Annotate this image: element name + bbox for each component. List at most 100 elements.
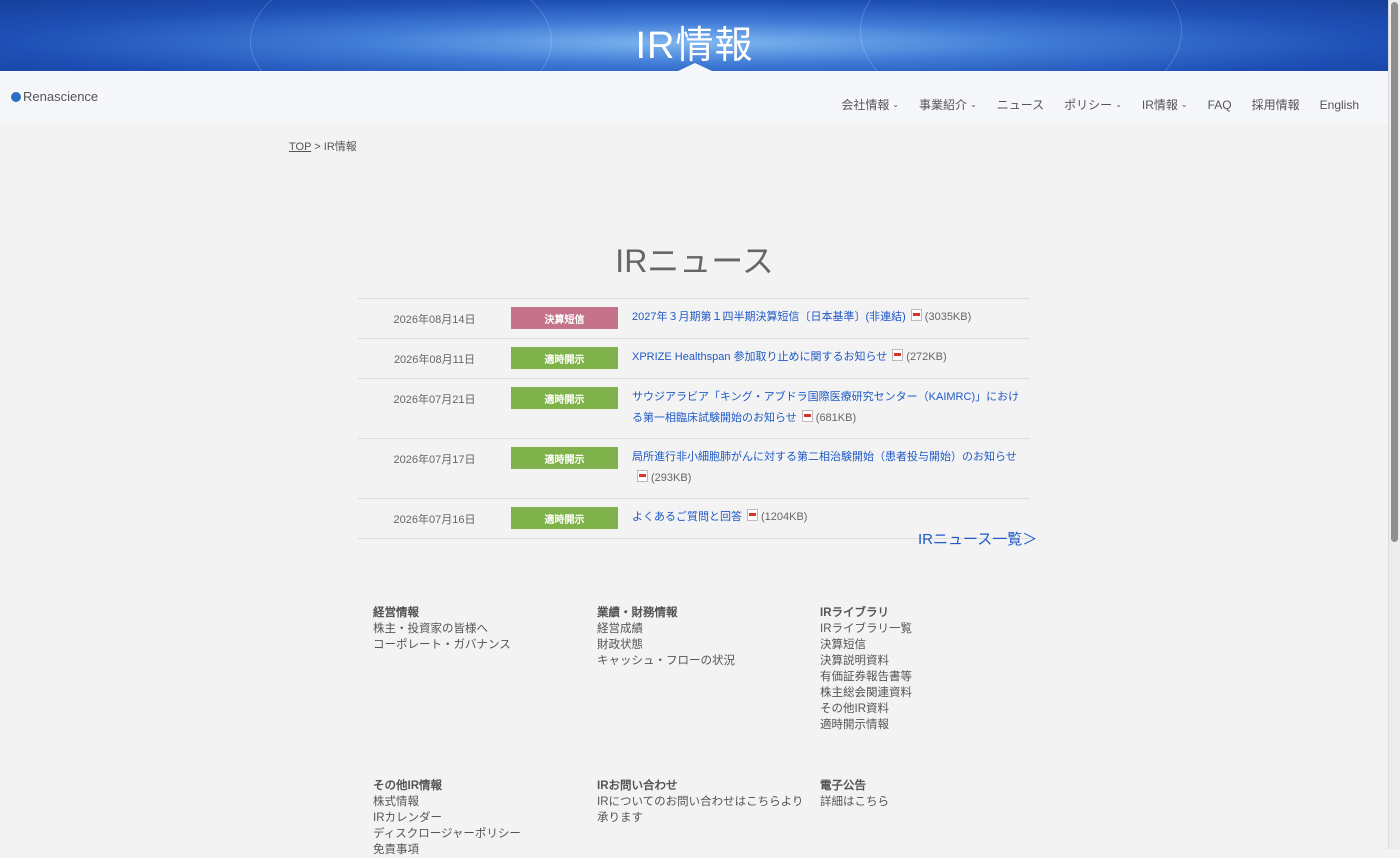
chevron-down-icon: ⌄ <box>892 100 900 109</box>
news-date: 2026年08月11日 <box>393 354 476 366</box>
ir-news-list-link[interactable]: IRニュース一覧＞ <box>918 528 1037 549</box>
footer-link[interactable]: キャッシュ・フローの状況 <box>597 653 807 669</box>
footer-link[interactable]: その他IR資料 <box>820 701 1030 717</box>
news-body: 局所進行非小細胞肺がんに対する第二相治験開始（患者投与開始）のお知らせ (293K… <box>632 447 1030 489</box>
hero-banner: IR情報 <box>0 0 1389 71</box>
logo-mark-icon <box>11 91 21 102</box>
scrollbar-thumb[interactable] <box>1391 2 1398 542</box>
footer-link[interactable]: 決算説明資料 <box>820 653 1030 669</box>
nav-item[interactable]: 事業紹介 ⌄ <box>909 96 987 113</box>
news-title-link[interactable]: よくあるご質問と回答 <box>632 511 742 523</box>
nav-item-label: ポリシー <box>1064 98 1113 112</box>
link-group-heading: その他IR情報 <box>373 780 442 792</box>
news-body: 2027年３月期第１四半期決算短信〔日本基準〕(非連結) (3035KB) <box>632 307 1030 329</box>
link-group-heading: IRお問い合わせ <box>597 780 678 792</box>
breadcrumb: TOP > IR情報 <box>289 138 357 154</box>
nav-item[interactable]: 会社情報 ⌄ <box>831 96 909 113</box>
chevron-down-icon: ⌄ <box>970 100 977 109</box>
page-title: IR情報 <box>635 25 754 67</box>
news-body: よくあるご質問と回答 (1204KB) <box>632 507 1030 529</box>
pdf-icon <box>910 309 922 321</box>
nav-item[interactable]: English <box>1310 96 1369 113</box>
link-group: 経営情報株主・投資家の皆様へ コーポレート・ガバナンス <box>373 605 583 653</box>
scrollbar[interactable] <box>1388 0 1400 849</box>
file-size: (3035KB) <box>924 311 972 323</box>
nav-item[interactable]: ニュース <box>987 96 1054 113</box>
breadcrumb-separator: > <box>311 141 324 153</box>
navigation-bar: Renascience 会社情報 ⌄ 事業紹介 ⌄ ニュース ポリシー ⌄ IR情報 ⌄ FAQ 採… <box>0 71 1389 123</box>
news-date: 2026年07月21日 <box>393 394 476 406</box>
chevron-down-icon: ⌄ <box>1115 100 1122 109</box>
news-date: 2026年08月14日 <box>393 314 476 326</box>
footer-link[interactable]: 詳細はこちら <box>820 794 1030 810</box>
nav-item-label: IR情報 <box>1141 98 1178 112</box>
hero-notch <box>678 63 712 71</box>
news-list: 2026年08月14日 決算短信 2027年３月期第１四半期決算短信〔日本基準〕(非… <box>358 298 1030 539</box>
footer-link[interactable]: 免責事項 <box>373 842 583 858</box>
nav-item-label: 会社情報 <box>841 98 890 112</box>
nav-item[interactable]: IR情報 ⌄ <box>1132 96 1198 113</box>
footer-link[interactable]: 適時開示情報 <box>820 717 1030 733</box>
footer-link[interactable]: IRライブラリ一覧 <box>820 621 1030 637</box>
nav-item-label: 採用情報 <box>1251 98 1300 112</box>
news-date: 2026年07月16日 <box>393 514 476 526</box>
news-body: XPRIZE Healthspan 参加取り止めに関するお知らせ (272KB) <box>632 347 1030 369</box>
footer-link[interactable]: IRカレンダー <box>373 810 583 826</box>
pdf-icon <box>892 349 904 361</box>
footer-link[interactable]: 決算短信 <box>820 637 1030 653</box>
news-title-link[interactable]: XPRIZE Healthspan 参加取り止めに関するお知らせ <box>632 351 887 363</box>
file-size: (272KB) <box>906 351 947 363</box>
pdf-icon <box>637 470 648 482</box>
file-size: (293KB) <box>651 472 692 484</box>
nav-item-label: FAQ <box>1207 97 1232 112</box>
news-row: 2026年07月17日 適時開示 局所進行非小細胞肺がんに対する第二相治験開始（患者… <box>358 439 1030 499</box>
nav-item-label: 事業紹介 <box>919 98 968 112</box>
category-badge: 決算短信 <box>511 307 618 329</box>
nav-item-label: ニュース <box>996 98 1045 112</box>
logo[interactable]: Renascience <box>11 89 98 104</box>
pdf-icon <box>747 509 758 521</box>
chevron-down-icon: ⌄ <box>1180 100 1188 109</box>
footer-link[interactable]: 財政状態 <box>597 637 807 653</box>
news-row: 2026年08月11日 適時開示 XPRIZE Healthspan 参加取り止めに… <box>358 339 1030 379</box>
link-group: その他IR情報株式情報 IRカレンダー ディスクロージャーポリシー 免責事項 <box>373 778 583 858</box>
nav-item[interactable]: ポリシー ⌄ <box>1054 96 1132 113</box>
main-nav: 会社情報 ⌄ 事業紹介 ⌄ ニュース ポリシー ⌄ IR情報 ⌄ FAQ 採用情報 English <box>831 96 1369 113</box>
file-size: (1204KB) <box>761 511 808 523</box>
logo-text: Renascience <box>23 89 99 104</box>
category-badge: 適時開示 <box>511 507 618 529</box>
footer-link[interactable]: ディスクロージャーポリシー <box>373 826 583 842</box>
footer-link[interactable]: 有価証券報告書等 <box>820 669 1030 685</box>
footer-link[interactable]: 株主総会関連資料 <box>820 685 1030 701</box>
link-group-heading: 経営情報 <box>373 607 419 619</box>
section-title: IRニュース <box>615 243 774 279</box>
pdf-icon <box>801 410 813 422</box>
footer-link[interactable]: 経営成績 <box>597 621 807 637</box>
file-size: (681KB) <box>815 412 857 424</box>
link-group: IRお問い合わせ IRについてのお問い合わせはこちらより承ります <box>597 778 807 826</box>
news-row: 2026年08月14日 決算短信 2027年３月期第１四半期決算短信〔日本基準〕(非… <box>358 299 1030 339</box>
footer-link[interactable]: コーポレート・ガバナンス <box>373 637 583 653</box>
breadcrumb-top-link[interactable]: TOP <box>289 141 311 153</box>
footer-link[interactable]: IRについてのお問い合わせはこちらより承ります <box>597 794 807 826</box>
nav-item-label: English <box>1319 97 1359 112</box>
link-group: 電子公告詳細はこちら <box>820 778 1030 810</box>
nav-item[interactable]: FAQ <box>1198 96 1242 113</box>
footer-link[interactable]: 株主・投資家の皆様へ <box>373 621 583 637</box>
link-group: 業績・財務情報経営成績 財政状態 キャッシュ・フローの状況 <box>597 605 807 669</box>
category-badge: 適時開示 <box>511 387 618 409</box>
news-body: サウジアラビア「キング・アブドラ国際医療研究センター（KAIMRC)」における第… <box>632 387 1030 429</box>
nav-item[interactable]: 採用情報 <box>1242 96 1310 113</box>
link-group: IRライブラリ IRライブラリ一覧 決算短信 決算説明資料 有価証券報告書等 株主総会関連… <box>820 605 1030 733</box>
breadcrumb-current: IR情報 <box>323 141 357 153</box>
news-date: 2026年07月17日 <box>393 454 476 466</box>
link-group-heading: 業績・財務情報 <box>597 607 678 619</box>
category-badge: 適時開示 <box>511 347 618 369</box>
category-badge: 適時開示 <box>511 447 618 469</box>
link-group-heading: IRライブラリ <box>820 607 889 619</box>
news-row: 2026年07月21日 適時開示 サウジアラビア「キング・アブドラ国際医療研究センタ… <box>358 379 1030 439</box>
news-title-link[interactable]: 局所進行非小細胞肺がんに対する第二相治験開始（患者投与開始）のお知らせ <box>632 451 1017 463</box>
link-group-heading: 電子公告 <box>820 780 866 792</box>
news-title-link[interactable]: 2027年３月期第１四半期決算短信〔日本基準〕(非連結) <box>632 311 906 323</box>
footer-link[interactable]: 株式情報 <box>373 794 583 810</box>
